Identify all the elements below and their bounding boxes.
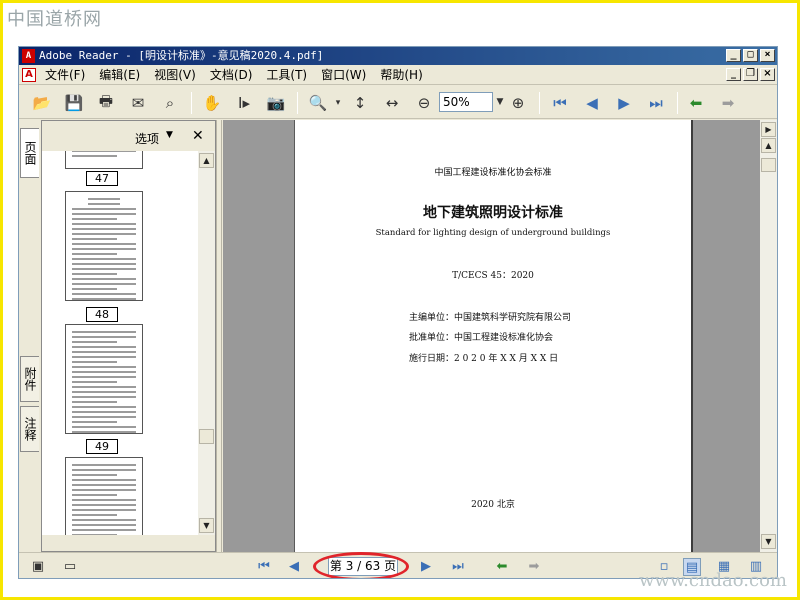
document-subtitle: Standard for lighting design of undergro… [375, 228, 611, 238]
document-title: 地下建筑照明设计标准 [423, 205, 563, 221]
adobe-icon: A [22, 49, 35, 63]
scroll-up-icon[interactable]: ▲ [761, 138, 776, 153]
doc-close-button[interactable]: × [760, 68, 775, 81]
panel-bottom-bar [42, 535, 215, 551]
tab-comments[interactable]: 注释 [20, 406, 39, 452]
tab-pages[interactable]: 页面 [20, 128, 39, 178]
first-page-icon[interactable]: ⏮ [549, 92, 571, 114]
options-menu[interactable]: 选项 [135, 130, 159, 147]
toolbar: 📂 💾 🖶 ✉ ⌕ ✋ I▸ 📷 🔍 ▾ ↕ ↔ ⊖ 50% ▼ ⊕ ⏮ ◀ ▶… [19, 86, 777, 119]
zoom-tool-dropdown-icon[interactable]: ▾ [327, 92, 349, 114]
menu-document[interactable]: 文档(D) [210, 67, 253, 83]
toolbar-separator [297, 92, 298, 114]
pdf-page: 中国工程建设标准化协会标准 地下建筑照明设计标准 Standard for li… [294, 120, 693, 552]
fit-width-icon[interactable]: ↔ [381, 92, 403, 114]
screenshot-frame: 中国道桥网 A Adobe Reader - [明设计标准》-意见稿2020.4… [0, 0, 800, 600]
next-page-icon[interactable]: ▶ [613, 92, 635, 114]
menu-bar: A 文件(F) 编辑(E) 视图(V) 文档(D) 工具(T) 窗口(W) 帮助… [19, 65, 777, 85]
close-panel-icon[interactable]: ✕ [192, 128, 204, 144]
document-icon[interactable]: A [22, 68, 36, 82]
page-footer: 2020 北京 [471, 500, 515, 510]
page-size-icon[interactable]: ▭ [61, 558, 79, 576]
previous-page-icon[interactable]: ◀ [581, 92, 603, 114]
last-page-icon[interactable]: ⏭ [645, 92, 667, 114]
approver-line: 批准单位：中国工程建设标准化协会 [409, 333, 554, 343]
select-text-icon[interactable]: I▸ [233, 92, 255, 114]
page-layout-icon[interactable]: ▣ [29, 558, 47, 576]
minimize-button[interactable]: _ [726, 49, 741, 62]
fit-height-icon[interactable]: ↕ [349, 92, 371, 114]
pages-panel-header: 选项 ▼ ✕ [42, 121, 215, 151]
next-view-icon[interactable]: ➡ [717, 92, 739, 114]
zoom-level-input[interactable]: 50% [439, 92, 493, 112]
hand-tool-icon[interactable]: ✋ [201, 92, 223, 114]
previous-view-icon[interactable]: ⬅ [685, 92, 707, 114]
navigation-tabs: 页面 附件 注释 [19, 120, 40, 552]
menu-window[interactable]: 窗口(W) [321, 67, 366, 83]
effective-date-line: 施行日期：2 0 2 0 年 X X 月 X X 日 [409, 354, 559, 364]
next-page-icon[interactable]: ▶ [417, 558, 435, 576]
watermark-url: www.cndao.com [639, 570, 787, 591]
search-binoculars-icon[interactable]: ⌕ [159, 92, 181, 114]
scroll-up-icon[interactable]: ▲ [199, 153, 214, 168]
menu-view[interactable]: 视图(V) [154, 67, 196, 83]
previous-page-icon[interactable]: ◀ [285, 558, 303, 576]
title-bar[interactable]: A Adobe Reader - [明设计标准》-意见稿2020.4.pdf] … [19, 47, 777, 65]
menu-edit[interactable]: 编辑(E) [99, 67, 140, 83]
tab-attachments[interactable]: 附件 [20, 356, 39, 402]
email-icon[interactable]: ✉ [127, 92, 149, 114]
scroll-thumb[interactable] [199, 429, 214, 444]
thumbnail-page-number: 48 [86, 307, 118, 322]
window-title: Adobe Reader - [明设计标准》-意见稿2020.4.pdf] [39, 49, 324, 62]
thumbnail-scrollbar[interactable]: ▲ ▼ [198, 151, 215, 535]
zoom-dropdown-icon[interactable]: ▼ [493, 92, 507, 112]
next-view-icon[interactable]: ➡ [525, 558, 543, 576]
chevron-down-icon[interactable]: ▼ [166, 130, 173, 140]
zoom-out-icon[interactable]: ⊖ [413, 92, 435, 114]
org-header: 中国工程建设标准化协会标准 [434, 168, 552, 178]
scroll-down-icon[interactable]: ▼ [761, 534, 776, 549]
open-folder-icon[interactable]: 📂 [31, 92, 53, 114]
close-button[interactable]: × [760, 49, 775, 62]
adobe-reader-window: A Adobe Reader - [明设计标准》-意见稿2020.4.pdf] … [18, 46, 778, 579]
zoom-in-tool-icon[interactable]: 🔍 [307, 92, 329, 114]
toolbar-separator [191, 92, 192, 114]
document-scrollbar[interactable]: ▶ ▲ ▼ [760, 120, 777, 552]
thumbnail-page[interactable] [65, 151, 143, 169]
pages-panel: 选项 ▼ ✕ 47 48 49 ▲ ▼ [41, 120, 216, 552]
snapshot-camera-icon[interactable]: 📷 [265, 92, 287, 114]
menu-tools[interactable]: 工具(T) [266, 67, 307, 83]
thumbnail-page[interactable] [65, 191, 143, 301]
thumbnail-page[interactable] [65, 324, 143, 434]
zoom-in-icon[interactable]: ⊕ [507, 92, 529, 114]
chief-editor-line: 主编单位：中国建筑科学研究院有限公司 [409, 313, 572, 323]
first-page-icon[interactable]: ⏮ [255, 558, 273, 576]
last-page-icon[interactable]: ⏭ [449, 558, 467, 576]
thumbnail-page-number: 47 [86, 171, 118, 186]
toolbar-separator [539, 92, 540, 114]
panel-splitter[interactable] [216, 120, 222, 552]
thumbnail-list[interactable]: 47 48 49 [42, 151, 197, 535]
scroll-thumb[interactable] [761, 158, 776, 172]
watermark-logo: 中国道桥网 [7, 9, 102, 30]
doc-minimize-button[interactable]: _ [726, 68, 741, 81]
standard-code: T/CECS 45：2020 [452, 271, 534, 281]
thumbnail-page[interactable] [65, 457, 143, 535]
maximize-button[interactable]: □ [743, 49, 758, 62]
save-icon[interactable]: 💾 [63, 92, 85, 114]
previous-view-icon[interactable]: ⬅ [493, 558, 511, 576]
highlight-annotation-circle [313, 552, 409, 578]
scroll-right-icon[interactable]: ▶ [761, 122, 776, 137]
menu-file[interactable]: 文件(F) [45, 67, 85, 83]
menu-help[interactable]: 帮助(H) [380, 67, 422, 83]
print-icon[interactable]: 🖶 [95, 92, 117, 114]
thumbnail-page-number: 49 [86, 439, 118, 454]
document-view[interactable]: 中国工程建设标准化协会标准 地下建筑照明设计标准 Standard for li… [223, 120, 760, 552]
scroll-down-icon[interactable]: ▼ [199, 518, 214, 533]
doc-restore-button[interactable]: ❐ [743, 68, 758, 81]
toolbar-separator [677, 92, 678, 114]
